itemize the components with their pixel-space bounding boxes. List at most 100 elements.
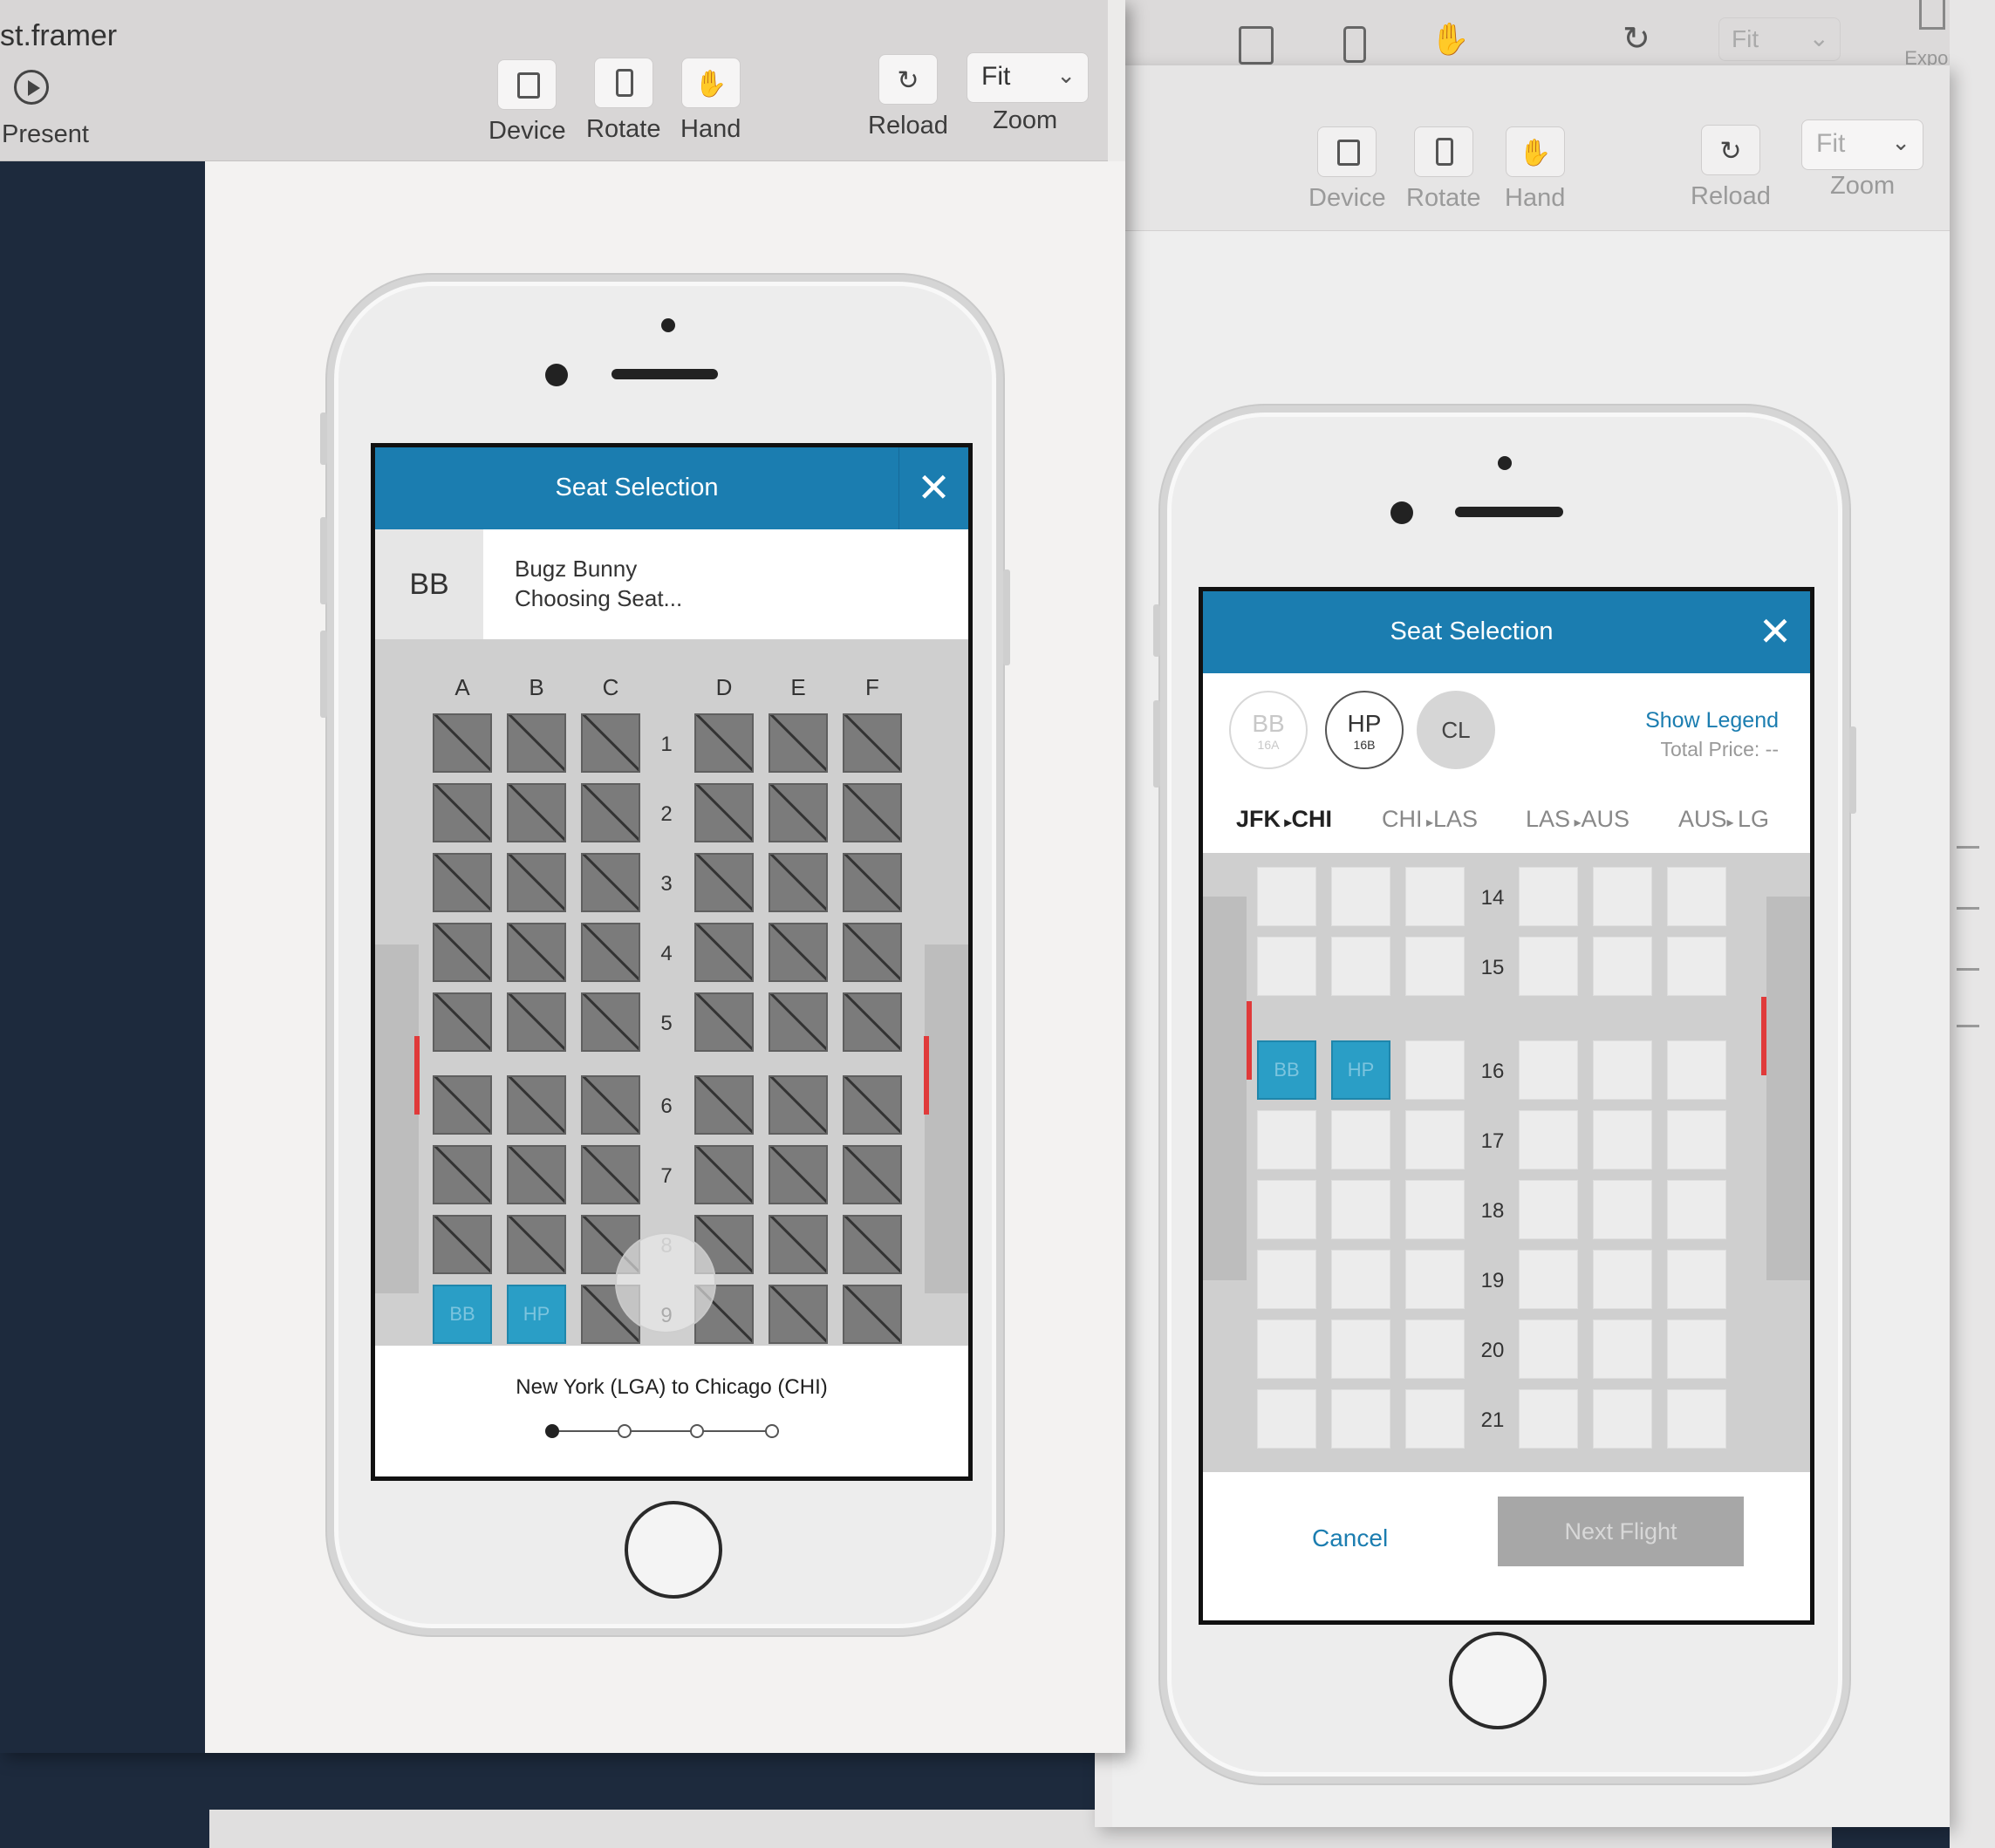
seat-20f[interactable] xyxy=(1667,1320,1726,1379)
seat-1f[interactable] xyxy=(843,713,902,773)
seat-2c[interactable] xyxy=(581,783,640,842)
seat-7d[interactable] xyxy=(694,1145,754,1204)
seat-16e[interactable] xyxy=(1593,1040,1652,1100)
device-icon[interactable] xyxy=(1239,26,1274,65)
seat-2e[interactable] xyxy=(769,783,828,842)
hand-button[interactable]: ✋ Hand xyxy=(680,58,741,144)
seat-9b-selected[interactable]: HP xyxy=(507,1285,566,1344)
seat-17b[interactable] xyxy=(1331,1110,1390,1169)
seat-18c[interactable] xyxy=(1405,1180,1465,1239)
seat-20d[interactable] xyxy=(1519,1320,1578,1379)
seat-5d[interactable] xyxy=(694,992,754,1052)
hand-icon[interactable]: ✋ xyxy=(1431,21,1470,58)
zoom-select[interactable]: Fit ⌄ xyxy=(1718,17,1841,61)
seat-5b[interactable] xyxy=(507,992,566,1052)
seat-9f[interactable] xyxy=(843,1285,902,1344)
seat-15e[interactable] xyxy=(1593,937,1652,996)
close-icon[interactable]: ✕ xyxy=(898,447,968,529)
seat-18f[interactable] xyxy=(1667,1180,1726,1239)
present-label[interactable]: Present xyxy=(2,120,89,149)
seat-8e[interactable] xyxy=(769,1215,828,1274)
seat-1c[interactable] xyxy=(581,713,640,773)
seat-16c[interactable] xyxy=(1405,1040,1465,1100)
seat-17a[interactable] xyxy=(1257,1110,1316,1169)
seat-19f[interactable] xyxy=(1667,1250,1726,1309)
rotate-button[interactable]: Rotate xyxy=(586,58,660,144)
seat-20c[interactable] xyxy=(1405,1320,1465,1379)
cancel-button[interactable]: Cancel xyxy=(1312,1524,1388,1552)
seat-16d[interactable] xyxy=(1519,1040,1578,1100)
seat-14b[interactable] xyxy=(1331,867,1390,926)
seat-7c[interactable] xyxy=(581,1145,640,1204)
seat-20b[interactable] xyxy=(1331,1320,1390,1379)
device-button[interactable]: Device xyxy=(489,59,566,146)
seat-3f[interactable] xyxy=(843,853,902,912)
seat-5c[interactable] xyxy=(581,992,640,1052)
seat-8a[interactable] xyxy=(433,1215,492,1274)
seat-5f[interactable] xyxy=(843,992,902,1052)
show-legend-link[interactable]: Show Legend xyxy=(1645,708,1779,733)
seat-2f[interactable] xyxy=(843,783,902,842)
seat-3e[interactable] xyxy=(769,853,828,912)
seat-1b[interactable] xyxy=(507,713,566,773)
reload-icon[interactable]: ↻ xyxy=(1623,19,1650,58)
seat-7f[interactable] xyxy=(843,1145,902,1204)
seat-17e[interactable] xyxy=(1593,1110,1652,1169)
seat-21a[interactable] xyxy=(1257,1389,1316,1449)
seat-19e[interactable] xyxy=(1593,1250,1652,1309)
seat-4f[interactable] xyxy=(843,923,902,982)
seat-21f[interactable] xyxy=(1667,1389,1726,1449)
seat-3b[interactable] xyxy=(507,853,566,912)
seat-6d[interactable] xyxy=(694,1075,754,1135)
seat-18a[interactable] xyxy=(1257,1180,1316,1239)
seat-15c[interactable] xyxy=(1405,937,1465,996)
seat-9e[interactable] xyxy=(769,1285,828,1344)
seat-14f[interactable] xyxy=(1667,867,1726,926)
seat-6a[interactable] xyxy=(433,1075,492,1135)
seat-6c[interactable] xyxy=(581,1075,640,1135)
seat-3a[interactable] xyxy=(433,853,492,912)
hand-button[interactable]: ✋ Hand xyxy=(1505,126,1565,213)
seat-4a[interactable] xyxy=(433,923,492,982)
seat-17d[interactable] xyxy=(1519,1110,1578,1169)
seat-4e[interactable] xyxy=(769,923,828,982)
seat-19c[interactable] xyxy=(1405,1250,1465,1309)
seat-8f[interactable] xyxy=(843,1215,902,1274)
reload-button[interactable]: ↻ Reload xyxy=(1691,125,1771,211)
tab-leg-las-aus[interactable]: LAS ▸AUS xyxy=(1526,806,1629,833)
zoom-select[interactable]: Fit ⌄ xyxy=(967,52,1089,103)
seat-16f[interactable] xyxy=(1667,1040,1726,1100)
seat-18b[interactable] xyxy=(1331,1180,1390,1239)
seat-16b-selected[interactable]: HP xyxy=(1331,1040,1390,1100)
seat-19d[interactable] xyxy=(1519,1250,1578,1309)
seat-3c[interactable] xyxy=(581,853,640,912)
seat-20e[interactable] xyxy=(1593,1320,1652,1379)
next-flight-button[interactable]: Next Flight xyxy=(1498,1497,1744,1566)
zoom-select[interactable]: Fit ⌄ xyxy=(1801,119,1923,170)
seat-21e[interactable] xyxy=(1593,1389,1652,1449)
seat-15b[interactable] xyxy=(1331,937,1390,996)
seat-20a[interactable] xyxy=(1257,1320,1316,1379)
tab-leg-jfk-chi[interactable]: JFK ▸CHI xyxy=(1236,806,1332,833)
seat-6b[interactable] xyxy=(507,1075,566,1135)
reload-button[interactable]: ↻ Reload xyxy=(868,54,948,140)
seat-3d[interactable] xyxy=(694,853,754,912)
seat-7e[interactable] xyxy=(769,1145,828,1204)
seat-4d[interactable] xyxy=(694,923,754,982)
seat-15f[interactable] xyxy=(1667,937,1726,996)
seat-17c[interactable] xyxy=(1405,1110,1465,1169)
rotate-icon[interactable] xyxy=(1343,26,1366,63)
seat-2d[interactable] xyxy=(694,783,754,842)
passenger-chip-bb[interactable]: BB 16A xyxy=(1229,691,1308,769)
seat-1e[interactable] xyxy=(769,713,828,773)
seat-21d[interactable] xyxy=(1519,1389,1578,1449)
seat-2a[interactable] xyxy=(433,783,492,842)
passenger-chip-cl[interactable]: CL xyxy=(1417,691,1495,769)
seat-14e[interactable] xyxy=(1593,867,1652,926)
seat-2b[interactable] xyxy=(507,783,566,842)
seat-7a[interactable] xyxy=(433,1145,492,1204)
seat-17f[interactable] xyxy=(1667,1110,1726,1169)
seat-14a[interactable] xyxy=(1257,867,1316,926)
seat-21b[interactable] xyxy=(1331,1389,1390,1449)
seat-6e[interactable] xyxy=(769,1075,828,1135)
